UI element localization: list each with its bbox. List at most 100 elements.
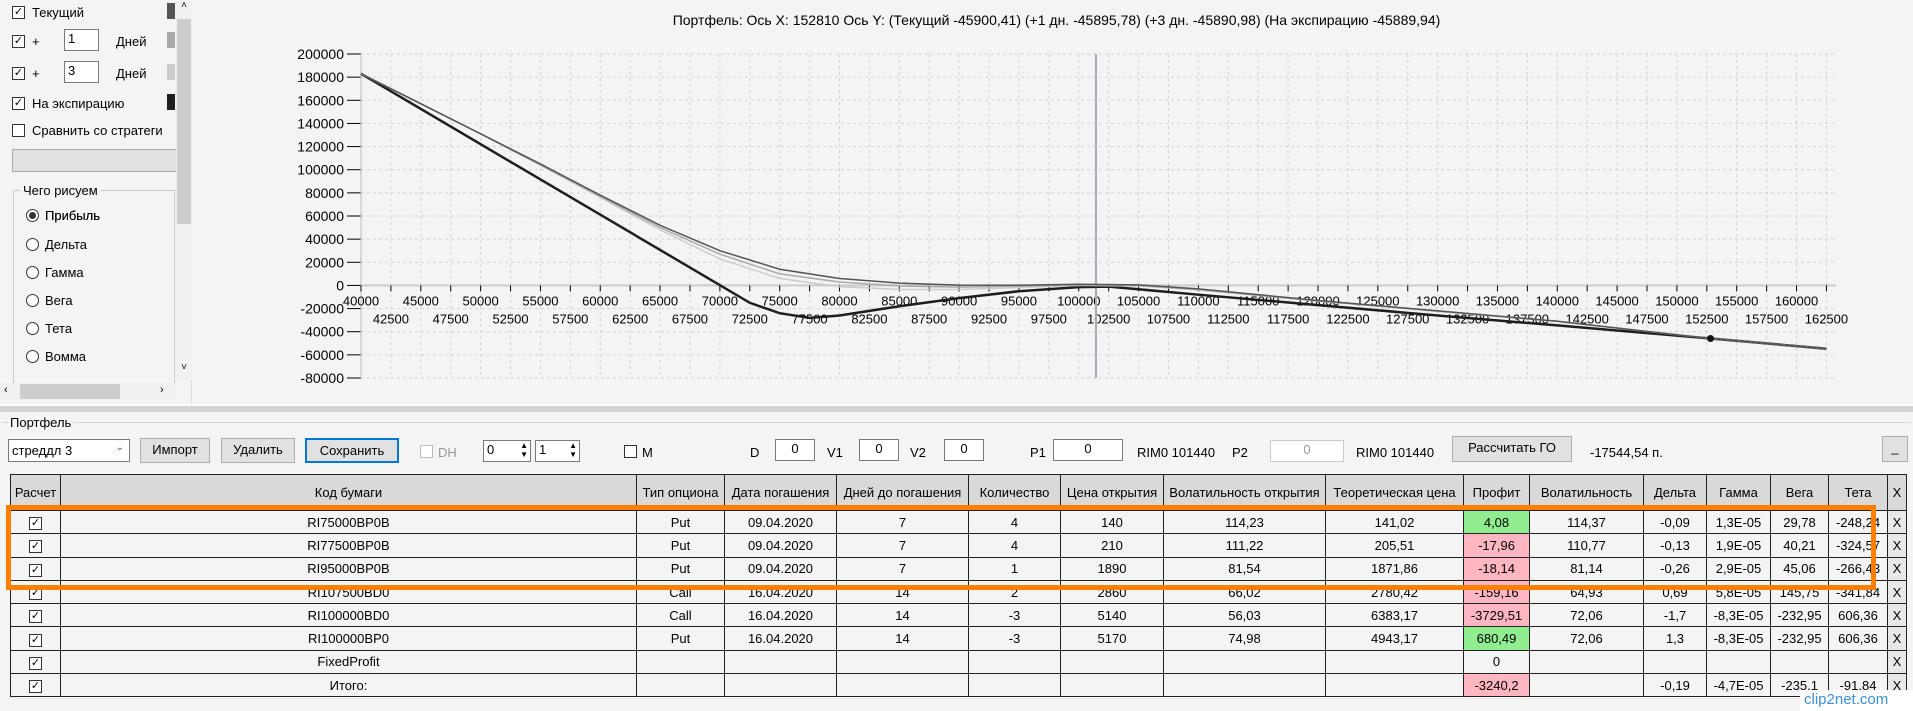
- column-header[interactable]: Расчет: [10, 474, 61, 511]
- column-header[interactable]: Волатильность открытия: [1163, 474, 1326, 511]
- table-row[interactable]: ✓ RI75000BP0B Put 09.04.2020 7 4 140 114,23 141,…: [10, 509, 1907, 535]
- dh-checkbox[interactable]: [420, 445, 433, 458]
- calc-go-button[interactable]: Рассчитать ГО: [1452, 436, 1572, 462]
- table-row[interactable]: ✓ FixedProfit 0 X: [10, 649, 1907, 675]
- remove-row-button[interactable]: X: [1887, 579, 1907, 605]
- minimize-button[interactable]: _: [1882, 436, 1908, 462]
- delete-button[interactable]: Удалить: [221, 438, 295, 463]
- calc-checkbox-cell[interactable]: ✓: [10, 649, 61, 675]
- calc-checkbox-cell[interactable]: ✓: [10, 579, 61, 605]
- current-color-swatch[interactable]: [167, 3, 175, 19]
- radio-vomma[interactable]: [26, 350, 39, 363]
- remove-row-button[interactable]: X: [1887, 509, 1907, 535]
- plus1-checkbox[interactable]: ✓: [12, 35, 25, 48]
- calc-checkbox[interactable]: ✓: [29, 540, 42, 554]
- x-tick-label: 102500: [1087, 311, 1130, 326]
- cell-date: 09.04.2020: [724, 556, 837, 581]
- calc-checkbox[interactable]: ✓: [29, 656, 42, 670]
- x-tick-label: 57500: [552, 311, 588, 326]
- scroll-up-icon[interactable]: ˄: [176, 0, 192, 18]
- scroll-left-icon[interactable]: ‹: [4, 384, 8, 396]
- m-checkbox[interactable]: [624, 445, 637, 458]
- column-header[interactable]: Дата погашения: [724, 474, 837, 511]
- table-row[interactable]: ✓ RI77500BP0B Put 09.04.2020 7 4 210 111,22 205,…: [10, 533, 1907, 558]
- column-header[interactable]: Дельта: [1643, 474, 1707, 511]
- remove-row-button[interactable]: X: [1887, 649, 1907, 675]
- column-header[interactable]: Цена открытия: [1060, 474, 1164, 511]
- column-header[interactable]: Количество: [968, 474, 1061, 511]
- hscrollbar-thumb[interactable]: [20, 384, 120, 399]
- calc-checkbox-cell[interactable]: ✓: [10, 673, 61, 698]
- radio-delta[interactable]: [26, 238, 39, 251]
- calc-checkbox[interactable]: ✓: [29, 517, 42, 531]
- spin2-input[interactable]: 1 ▲ ▼: [535, 440, 580, 462]
- scrollbar-thumb[interactable]: [177, 19, 191, 224]
- spin1-input[interactable]: 0 ▲ ▼: [483, 440, 531, 462]
- scroll-down-icon[interactable]: ˅: [176, 362, 192, 380]
- radio-theta[interactable]: [26, 322, 39, 335]
- column-header[interactable]: Волатильность: [1529, 474, 1644, 511]
- v2-input[interactable]: 0: [944, 439, 984, 461]
- calc-checkbox[interactable]: ✓: [29, 610, 42, 624]
- d-input[interactable]: 0: [775, 439, 815, 461]
- remove-row-button[interactable]: X: [1887, 603, 1907, 628]
- plus3-color-swatch[interactable]: [167, 64, 175, 80]
- calc-checkbox[interactable]: ✓: [29, 563, 42, 577]
- calc-checkbox-cell[interactable]: ✓: [10, 556, 61, 581]
- compare-checkbox[interactable]: [12, 124, 25, 137]
- p1-input[interactable]: 0: [1053, 439, 1123, 461]
- plus3-checkbox[interactable]: ✓: [12, 67, 25, 80]
- plus1-days-input[interactable]: 1: [64, 29, 99, 51]
- p2-input[interactable]: 0: [1270, 440, 1344, 462]
- calc-checkbox-cell[interactable]: ✓: [10, 509, 61, 535]
- calc-checkbox[interactable]: ✓: [29, 633, 42, 647]
- expiration-checkbox[interactable]: ✓: [12, 97, 25, 110]
- remove-row-button[interactable]: X: [1887, 626, 1907, 651]
- remove-row-button[interactable]: X: [1887, 556, 1907, 581]
- strategy-select[interactable]: стреддл 3 ⌄: [8, 439, 130, 462]
- column-header[interactable]: Дней до погашения: [836, 474, 969, 511]
- strategy-compare-dropdown[interactable]: [12, 149, 177, 172]
- x-tick-label: 105000: [1117, 293, 1160, 308]
- vertical-scrollbar[interactable]: ˄ ˅: [176, 0, 192, 380]
- payoff-chart[interactable]: 2000001800001600001400001200001000008000…: [230, 40, 1913, 400]
- scroll-right-icon[interactable]: ›: [160, 384, 164, 396]
- table-row[interactable]: ✓ Итого: -3240,2 -0,19 -4,7E-05 -235,1 -91,84 X: [10, 673, 1907, 698]
- calc-checkbox[interactable]: ✓: [29, 587, 42, 601]
- column-header[interactable]: Теоретическая цена: [1325, 474, 1464, 511]
- column-header[interactable]: Профит: [1463, 474, 1530, 511]
- import-button[interactable]: Импорт: [140, 438, 210, 463]
- table-row[interactable]: ✓ RI100000BD0 Call 16.04.2020 14 -3 5140 56,03 6…: [10, 603, 1907, 628]
- x-tick-label: 100000: [1057, 293, 1100, 308]
- x-tick-label: 92500: [971, 311, 1007, 326]
- radio-gamma[interactable]: [26, 266, 39, 279]
- table-row[interactable]: ✓ RI95000BP0B Put 09.04.2020 7 1 1890 81,54 1871…: [10, 556, 1907, 581]
- expiration-color-swatch[interactable]: [167, 94, 175, 110]
- column-header[interactable]: Гамма: [1706, 474, 1771, 511]
- calc-checkbox-cell[interactable]: ✓: [10, 533, 61, 558]
- save-button[interactable]: Сохранить: [305, 438, 399, 463]
- column-header[interactable]: Код бумаги: [60, 474, 637, 511]
- calc-checkbox-cell[interactable]: ✓: [10, 626, 61, 651]
- v1-input[interactable]: 0: [859, 439, 899, 461]
- column-header[interactable]: X: [1887, 474, 1907, 511]
- y-tick-label: 40000: [305, 231, 344, 247]
- column-header[interactable]: Вега: [1770, 474, 1829, 511]
- current-checkbox[interactable]: ✓: [12, 6, 25, 19]
- horizontal-scrollbar[interactable]: ‹ ›: [0, 383, 176, 400]
- column-header[interactable]: Тета: [1828, 474, 1888, 511]
- table-row[interactable]: ✓ RI107500BD0 Call 16.04.2020 14 2 2860 66,02 27…: [10, 579, 1907, 605]
- remove-row-button[interactable]: X: [1887, 533, 1907, 558]
- spin-arrows-icon[interactable]: ▲ ▼: [520, 441, 528, 459]
- cell-days: 7: [836, 556, 969, 581]
- radio-profit[interactable]: [26, 209, 39, 222]
- plus3-days-input[interactable]: 3: [64, 61, 99, 83]
- table-row[interactable]: ✓ RI100000BP0 Put 16.04.2020 14 -3 5170 74,98 49…: [10, 626, 1907, 651]
- radio-vega[interactable]: [26, 294, 39, 307]
- calc-checkbox-cell[interactable]: ✓: [10, 603, 61, 628]
- column-header[interactable]: Тип опциона: [636, 474, 725, 511]
- spin-arrows-icon[interactable]: ▲ ▼: [569, 441, 577, 459]
- calc-checkbox[interactable]: ✓: [29, 680, 42, 694]
- splitter[interactable]: [0, 404, 1913, 412]
- plus1-color-swatch[interactable]: [167, 32, 175, 48]
